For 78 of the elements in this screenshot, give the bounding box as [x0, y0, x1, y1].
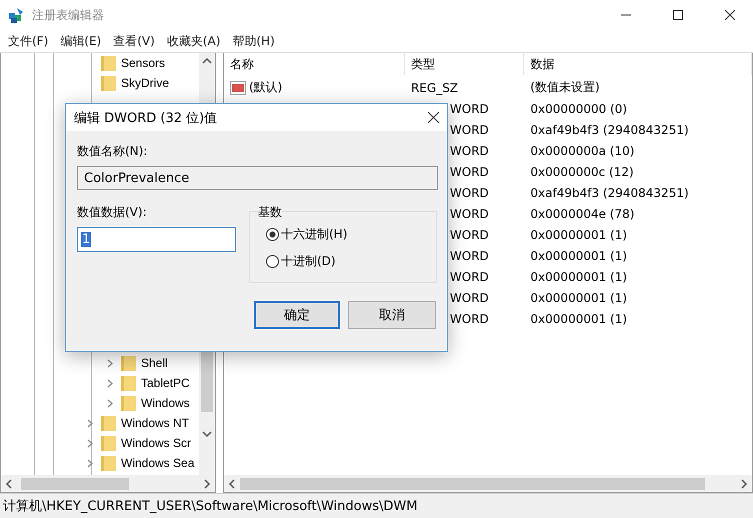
value-type: WORD	[448, 248, 490, 262]
maximize-icon[interactable]	[673, 10, 683, 20]
value-data: 0x00000001 (1)	[529, 290, 628, 304]
folder-icon	[101, 75, 116, 91]
value-type: WORD	[448, 164, 490, 178]
folder-icon	[101, 435, 116, 451]
menu-item[interactable]: 收藏夹(A)	[162, 32, 224, 50]
value-type: WORD	[448, 102, 490, 116]
column-header[interactable]: 名称	[224, 53, 405, 75]
value-data: 0xaf49b4f3 (2940843251)	[529, 122, 690, 136]
expand-chevron-icon[interactable]	[85, 458, 94, 468]
radio-option[interactable]: 十六进制(H)	[266, 226, 436, 243]
value-name: (默认)	[249, 79, 282, 96]
value-data: 0x0000000c (12)	[529, 164, 635, 178]
tree-item[interactable]: SkyDrive	[1, 73, 199, 93]
expand-chevron-icon[interactable]	[105, 378, 114, 388]
value-data: 0x00000001 (1)	[529, 248, 628, 262]
value-type: WORD	[448, 144, 490, 158]
radio-icon[interactable]	[266, 228, 279, 241]
value-name-field[interactable]: ColorPrevalence	[77, 166, 438, 190]
value-data: 0x00000001 (1)	[529, 270, 628, 284]
value-data: (数值未设置)	[529, 79, 601, 96]
menu-item[interactable]: 编辑(E)	[56, 32, 106, 50]
tree-item[interactable]: Windows Scr	[1, 433, 199, 453]
value-type: WORD	[448, 290, 490, 304]
dialog-button[interactable]: 取消	[348, 301, 436, 329]
group-label: 基数	[258, 204, 282, 221]
value-data: 0x00000001 (1)	[529, 312, 628, 326]
menu-item[interactable]: 文件(F)	[4, 32, 52, 50]
column-header[interactable]: 类型	[404, 53, 524, 75]
tree-item[interactable]: Shell	[1, 353, 199, 373]
value-type: REG_SZ	[410, 80, 460, 94]
horizontal-scrollbar[interactable]	[224, 475, 752, 492]
close-icon[interactable]	[428, 112, 439, 123]
value-data: 0x0000004e (78)	[529, 206, 636, 220]
window-title: 注册表编辑器	[32, 6, 105, 24]
tree-item[interactable]: TabletPC	[1, 373, 199, 393]
value-type: WORD	[448, 122, 490, 136]
folder-icon	[101, 415, 116, 431]
tree-item[interactable]: Windows	[1, 393, 199, 413]
field-label: 数值数据(V):	[77, 204, 148, 221]
folder-icon	[121, 355, 136, 371]
tree-item[interactable]: Windows Sea	[1, 453, 199, 473]
registry-cubes-icon	[8, 6, 26, 24]
status-path: 计算机\HKEY_CURRENT_USER\Software\Microsoft\Windows\DWM	[0, 493, 753, 518]
value-type: WORD	[448, 270, 490, 284]
value-data: 0x0000000a (10)	[529, 144, 636, 158]
folder-icon	[121, 375, 136, 391]
menu-item[interactable]: 帮助(H)	[228, 32, 279, 50]
folder-icon	[101, 55, 116, 71]
value-data: 0x00000001 (1)	[529, 228, 628, 242]
expand-chevron-icon[interactable]	[105, 398, 114, 408]
scroll-thumb[interactable]	[240, 478, 705, 490]
close-icon[interactable]	[725, 10, 735, 20]
value-data: 0x00000000 (0)	[529, 102, 628, 116]
radio-option[interactable]: 十进制(D)	[266, 253, 436, 270]
value-type: WORD	[448, 186, 490, 200]
value-data-field[interactable]: 1	[77, 227, 236, 252]
expand-chevron-icon[interactable]	[105, 358, 114, 368]
menu-item[interactable]: 查看(V)	[109, 32, 159, 50]
folder-icon	[121, 395, 136, 411]
tree-item[interactable]: Windows NT	[1, 413, 199, 433]
tree-item[interactable]: Sensors	[1, 53, 199, 73]
field-label: 数值名称(N):	[77, 143, 148, 160]
horizontal-scrollbar[interactable]	[1, 475, 215, 492]
expand-chevron-icon[interactable]	[85, 418, 94, 428]
dialog-title: 编辑 DWORD (32 位)值	[74, 110, 218, 126]
string-value-icon	[230, 80, 246, 94]
folder-icon	[101, 455, 116, 471]
expand-chevron-icon[interactable]	[85, 438, 94, 448]
dialog-button[interactable]: 确定	[254, 301, 340, 329]
column-header[interactable]: 数据	[524, 53, 752, 75]
value-type: WORD	[448, 206, 490, 220]
value-type: WORD	[448, 312, 490, 326]
value-data: 0xaf49b4f3 (2940843251)	[529, 186, 690, 200]
scroll-thumb[interactable]	[21, 478, 129, 490]
radio-icon[interactable]	[266, 255, 279, 268]
value-type: WORD	[448, 228, 490, 242]
